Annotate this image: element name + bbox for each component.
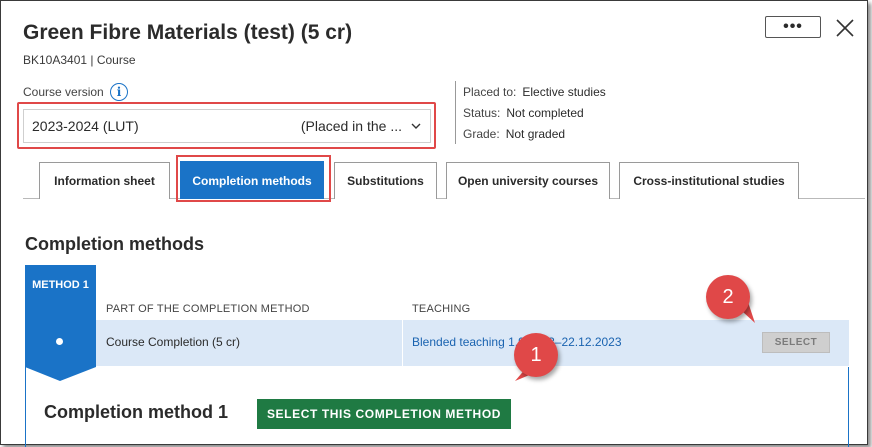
bullet-icon: [56, 338, 63, 345]
tab-cross-institutional-studies[interactable]: Cross-institutional studies: [619, 162, 799, 199]
meta-value: Not graded: [505, 126, 566, 141]
section-title: Completion methods: [25, 234, 204, 254]
more-options-button[interactable]: •••: [765, 16, 821, 38]
column-header-teaching: TEACHING: [412, 303, 471, 315]
course-dialog: Green Fibre Materials (test) (5 cr) BK10…: [0, 0, 868, 447]
meta-status: Status: Not completed: [455, 102, 755, 123]
select-completion-method-button[interactable]: SELECT THIS COMPLETION METHOD: [257, 399, 511, 429]
course-title: Green Fibre Materials (test) (5 cr): [23, 21, 353, 44]
row-part-cell: Course Completion (5 cr): [106, 335, 241, 349]
tab-substitutions[interactable]: Substitutions: [334, 162, 437, 199]
meta-value: Elective studies: [522, 84, 606, 99]
row-divider: [402, 320, 403, 366]
course-meta: Placed to: Elective studies Status: Not …: [455, 81, 755, 144]
method-detail-title: Completion method 1: [44, 402, 228, 422]
meta-key: Placed to:: [463, 84, 517, 99]
course-version-label: Course version: [23, 85, 104, 99]
method-badge: METHOD 1: [25, 265, 96, 367]
meta-grade: Grade: Not graded: [455, 123, 755, 144]
meta-key: Grade:: [463, 126, 500, 141]
meta-value: Not completed: [506, 105, 584, 120]
select-teaching-button[interactable]: SELECT: [762, 332, 830, 353]
version-highlight-box: [17, 102, 436, 149]
tab-highlight-box: [176, 155, 331, 202]
info-icon[interactable]: i: [110, 83, 128, 101]
tab-open-university-courses[interactable]: Open university courses: [446, 162, 610, 199]
tab-information-sheet[interactable]: Information sheet: [39, 162, 170, 199]
meta-key: Status:: [463, 105, 501, 120]
close-icon: [836, 19, 854, 37]
meta-placed-to: Placed to: Elective studies: [455, 81, 755, 102]
callout-2-badge: 2: [706, 275, 750, 319]
course-code: BK10A3401 | Course: [23, 53, 136, 67]
callout-1-badge: 1: [514, 333, 558, 377]
close-button[interactable]: [834, 17, 856, 39]
column-header-part: PART OF THE COMPLETION METHOD: [106, 303, 310, 315]
